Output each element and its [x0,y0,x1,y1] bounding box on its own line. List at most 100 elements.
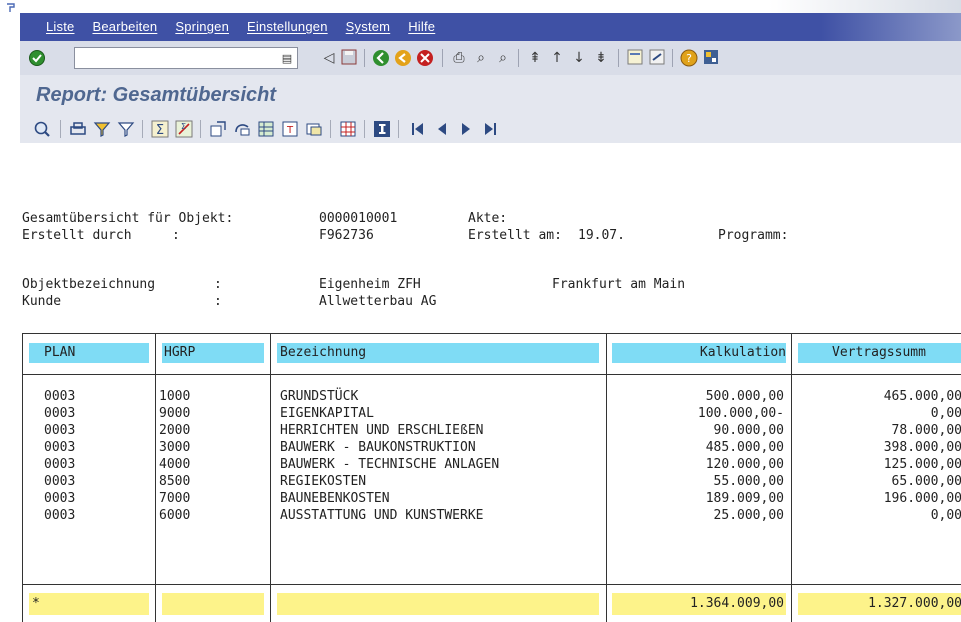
filter-icon[interactable] [92,120,112,138]
layout-grid-icon[interactable] [338,120,358,138]
cell-plan: 0003 [44,491,76,506]
svg-text:T: T [286,125,294,136]
word-icon[interactable]: T [280,120,300,138]
print-icon[interactable]: ⎙ [450,49,468,67]
find-next-icon[interactable]: ⌕ [494,49,512,67]
cell-bezeichnung: AUSSTATTUNG UND KUNSTWERKE [280,508,484,523]
report-table: PLAN HGRP Bezeichnung Kalkulation Vertra… [22,333,961,622]
info-icon[interactable] [372,120,392,138]
cell-plan: 0003 [44,457,76,472]
last-page-icon[interactable] [480,120,500,138]
column-header-bezeichnung[interactable]: Bezeichnung [280,345,366,360]
prev-page-icon[interactable]: ↑ [548,49,566,67]
cell-hgrp: 2000 [159,423,191,438]
totals-kalkulation[interactable]: 1.364.009,00 [612,596,784,611]
table-row[interactable]: 0003 8500 REGIEKOSTEN 55.000,00 65.000,00 [22,474,961,491]
cell-hgrp: 1000 [159,389,191,404]
cell-hgrp: 9000 [159,406,191,421]
cell-hgrp: 8500 [159,474,191,489]
back-arrow-icon[interactable]: ◁ [320,49,338,67]
cell-kalkulation: 25.000,00 [713,508,784,523]
header-ort-value: Frankfurt am Main [552,277,686,292]
details-icon[interactable] [32,120,52,138]
history-icon[interactable]: ▤ [278,50,296,68]
new-session-icon[interactable] [626,49,644,67]
cell-bezeichnung: BAUNEBENKOSTEN [280,491,390,506]
column-header-hgrp[interactable]: HGRP [164,345,195,360]
svg-text:Σ: Σ [156,123,164,138]
cell-plan: 0003 [44,440,76,455]
exit-icon[interactable] [394,49,412,67]
header-kunde-label: Kunde [22,294,62,309]
svg-text:Σ: Σ [181,122,186,131]
command-input[interactable] [75,49,274,69]
cell-bezeichnung: BAUWERK - TECHNISCHE ANLAGEN [280,457,500,472]
totals-marker: * [32,596,40,611]
menu-liste[interactable]: Liste [46,19,74,34]
next-page-icon[interactable] [456,120,476,138]
header-objektbezeichnung-value: Eigenheim ZFH [319,277,421,292]
shortcut-icon[interactable] [648,49,666,67]
cell-vertragssumme: 0,00 [930,406,961,421]
cell-vertragssumme: 65.000,00 [891,474,961,489]
mail-icon[interactable] [232,120,252,138]
cell-hgrp: 7000 [159,491,191,506]
table-row[interactable]: 0003 2000 HERRICHTEN UND ERSCHLIEßEN 90.000… [22,423,961,440]
prev-page-icon[interactable] [432,120,452,138]
table-row[interactable]: 0003 6000 AUSSTATTUNG UND KUNSTWERKE 25.000… [22,508,961,525]
last-page-icon[interactable]: ⇟ [592,49,610,67]
first-page-icon[interactable]: ⇞ [526,49,544,67]
delete-filter-icon[interactable] [116,120,136,138]
layout-icon[interactable] [702,49,720,67]
cell-hgrp: 3000 [159,440,191,455]
table-row[interactable]: 0003 9000 EIGENKAPITAL 100.000,00- 0,00 [22,406,961,423]
page-title: Report: Gesamtübersicht [36,84,277,106]
command-field[interactable] [74,47,298,69]
menu-einstellungen[interactable]: Einstellungen [247,19,328,34]
save-icon[interactable] [340,49,358,67]
help-icon[interactable]: ? [680,49,698,67]
cell-vertragssumme: 398.000,00 [883,440,961,455]
title-area: Report: Gesamtübersicht Σ Σ T [20,75,961,143]
find-icon[interactable]: ⌕ [472,49,490,67]
header-colon: : [172,228,180,243]
cell-bezeichnung: REGIEKOSTEN [280,474,367,489]
menu-hilfe[interactable]: Hilfe [408,19,435,34]
cancel-icon[interactable] [416,49,434,67]
sum-icon[interactable]: Σ [150,120,170,138]
column-header-vertragssumme[interactable]: Vertragssumm [832,345,926,360]
print-icon[interactable] [68,120,88,138]
totals-vertragssumme[interactable]: 1.327.000,00 [798,596,961,611]
table-row[interactable]: 0003 3000 BAUWERK - BAUKONSTRUKTION 485.000… [22,440,961,457]
cell-vertragssumme: 125.000,00 [883,457,961,472]
cell-plan: 0003 [44,423,76,438]
menu-system[interactable]: System [346,19,391,34]
header-objektbezeichnung-label: Objektbezeichnung [22,277,156,292]
spreadsheet-icon[interactable] [256,120,276,138]
first-page-icon[interactable] [408,120,428,138]
table-row[interactable]: 0003 1000 GRUNDSTÜCK 500.000,00 465.000,00 [22,389,961,406]
cell-kalkulation: 120.000,00 [705,457,784,472]
abc-icon[interactable] [304,120,324,138]
table-row[interactable]: 0003 7000 BAUNEBENKOSTEN 189.009,00 196.000,… [22,491,961,508]
next-page-icon[interactable]: ↓ [570,49,588,67]
enter-check-icon[interactable] [28,49,46,67]
cell-kalkulation: 90.000,00 [713,423,784,438]
svg-text:?: ? [686,52,692,65]
cell-vertragssumme: 78.000,00 [891,423,961,438]
cell-kalkulation: 500.000,00 [705,389,784,404]
header-objekt-label: Gesamtübersicht für Objekt: [22,211,234,226]
menu-springen[interactable]: Springen [175,19,229,34]
cell-hgrp: 4000 [159,457,191,472]
cell-vertragssumme: 196.000,00 [883,491,961,506]
menu-bar: Liste Bearbeiten Springen Einstellungen Syst… [7,3,961,41]
back-icon[interactable] [372,49,390,67]
menu-bearbeiten[interactable]: Bearbeiten [92,19,157,34]
column-header-kalkulation[interactable]: Kalkulation [612,345,786,360]
column-header-plan[interactable]: PLAN [44,345,75,360]
header-kunde-value: Allwetterbau AG [319,294,437,309]
export-icon[interactable] [208,120,228,138]
cell-kalkulation: 100.000,00- [697,406,784,421]
subtotal-icon[interactable]: Σ [174,120,194,138]
table-row[interactable]: 0003 4000 BAUWERK - TECHNISCHE ANLAGEN 120.… [22,457,961,474]
